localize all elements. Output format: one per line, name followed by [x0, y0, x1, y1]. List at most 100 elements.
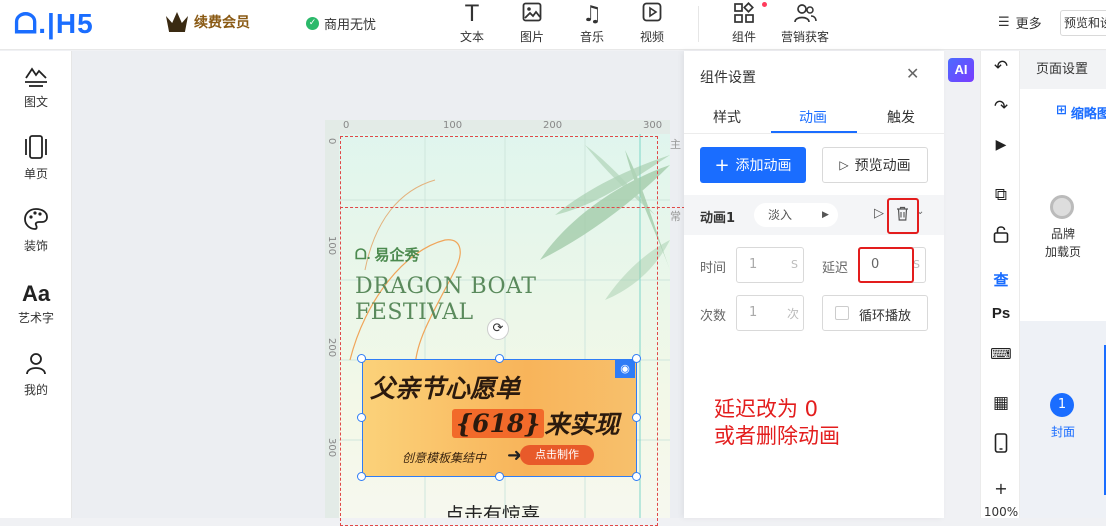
more-menu-button[interactable]: ☰ 更多 [998, 13, 1042, 32]
time-input[interactable]: 1 S [736, 247, 804, 283]
tool-text-label: 文本 [459, 30, 484, 44]
brand-label-2: 加载页 [1044, 245, 1081, 259]
page-item-cover[interactable]: 1 封面 [1020, 321, 1106, 518]
marketing-icon [780, 2, 830, 28]
image-text-icon [0, 63, 72, 93]
tab-style[interactable]: 样式 [713, 107, 741, 127]
page-settings-panel: 页面设置 ⊞ 缩略图 品牌 加载页 1 封面 [1020, 51, 1106, 518]
annotation-line-2: 或者删除动画 [714, 424, 840, 448]
mobile-icon[interactable] [981, 433, 1021, 458]
count-input[interactable]: 1 次 [736, 295, 804, 331]
page-settings-title[interactable]: 页面设置 [1020, 51, 1106, 89]
time-value: 1 [749, 257, 758, 272]
add-animation-label: 添加动画 [735, 158, 792, 174]
ruler-tick: 100 [326, 236, 337, 256]
checkbox-icon [835, 306, 849, 320]
delay-label: 延迟 [822, 261, 849, 276]
menu-icon: ☰ [998, 15, 1010, 30]
ruler-vertical: 0 100 200 300 [325, 120, 339, 518]
left-sidebar: 图文 单页 装饰 Aa 艺术字 我的 [0, 51, 72, 518]
notification-dot [762, 2, 767, 7]
close-icon[interactable]: ✕ [906, 64, 919, 83]
count-label: 次数 [700, 309, 727, 324]
copy-icon[interactable]: ⧉ [981, 185, 1021, 205]
page-number-badge: 1 [1050, 393, 1074, 417]
commercial-label: 商用无忧 [324, 18, 377, 33]
tool-music[interactable]: ♫ 音乐 [570, 2, 614, 45]
check-tool-icon[interactable]: 查 [981, 269, 1021, 290]
sidebar-item-mine[interactable]: 我的 [0, 351, 72, 398]
sidebar-label: 装饰 [23, 239, 48, 253]
loop-label: 循环播放 [859, 309, 912, 324]
tool-image[interactable]: 图片 [510, 2, 554, 45]
time-label: 时间 [700, 261, 727, 276]
tool-marketing[interactable]: 营销获客 [780, 2, 830, 45]
animation-type-value: 淡入 [768, 208, 793, 222]
ai-assistant-button[interactable]: AI [948, 58, 974, 82]
thumbnail-toggle[interactable]: ⊞ 缩略图 [1056, 103, 1106, 122]
tab-trigger[interactable]: 触发 [887, 107, 915, 127]
photoshop-icon[interactable]: Ps [981, 305, 1021, 322]
ruler-tick: 300 [643, 120, 663, 131]
zoom-in-icon[interactable]: + [981, 479, 1021, 498]
animation-type-select[interactable]: 淡入 ▶ [754, 203, 838, 227]
vip-label: 续费会员 [194, 15, 250, 31]
grid-icon[interactable]: ▦ [981, 393, 1021, 413]
time-unit: S [791, 258, 798, 271]
tool-image-label: 图片 [519, 30, 544, 44]
lock-icon[interactable] [981, 225, 1021, 248]
side-mark: 常 [670, 210, 681, 223]
chevron-right-icon: ▶ [822, 210, 829, 220]
animation-name: 动画1 [700, 211, 736, 226]
commercial-safe-badge[interactable]: ✓ 商用无忧 [306, 14, 376, 33]
app-logo[interactable]: ᗝ.|H5 [14, 8, 94, 41]
delay-unit: S [913, 258, 920, 271]
preview-settings-button[interactable]: 预览和设置 [1060, 10, 1106, 36]
guide-line [340, 207, 685, 208]
tool-marketing-label: 营销获客 [780, 30, 829, 44]
undo-icon[interactable]: ↶ [981, 57, 1021, 77]
page-name: 封面 [1050, 425, 1075, 439]
brand-label-1: 品牌 [1050, 227, 1075, 241]
more-label: 更多 [1015, 17, 1042, 32]
top-bar: ᗝ.|H5 续费会员 ✓ 商用无忧 T 文本 图片 ♫ 音乐 视频 组件 营销获… [0, 0, 1106, 50]
tab-animation[interactable]: 动画 [799, 107, 827, 127]
brand-loading-page[interactable]: 品牌 加载页 [1020, 225, 1106, 261]
ruler-tick: 200 [543, 120, 563, 131]
tool-text[interactable]: T 文本 [450, 2, 494, 45]
loop-play-checkbox[interactable]: 循环播放 [822, 295, 928, 331]
decoration-icon [0, 207, 72, 237]
sidebar-item-single-page[interactable]: 单页 [0, 135, 72, 182]
art-text-icon: Aa [21, 281, 51, 306]
keyboard-icon[interactable]: ⌨ [981, 345, 1021, 363]
add-animation-button[interactable]: + 添加动画 [700, 147, 806, 183]
plus-icon: + [714, 154, 730, 176]
video-icon [630, 2, 674, 28]
preview-animation-button[interactable]: ▷ 预览动画 [822, 147, 928, 183]
play-animation-icon[interactable]: ▷ [874, 206, 884, 221]
sidebar-label: 我的 [23, 383, 48, 397]
panel-title: 组件设置 [700, 70, 756, 86]
sidebar-item-decoration[interactable]: 装饰 [0, 207, 72, 254]
ruler-tick: 0 [326, 138, 337, 145]
tool-video-label: 视频 [639, 30, 664, 44]
vip-renew-button[interactable]: 续费会员 [166, 12, 250, 32]
image-icon [510, 2, 554, 28]
ruler-tick: 200 [326, 338, 337, 358]
sidebar-item-art-text[interactable]: Aa 艺术字 [0, 279, 72, 326]
tool-video[interactable]: 视频 [630, 2, 674, 45]
play-preview-icon[interactable]: ▶ [981, 137, 1021, 153]
annotation-note: 延迟改为 0 或者删除动画 [714, 396, 840, 450]
crown-icon [166, 12, 188, 32]
sidebar-item-image-text[interactable]: 图文 [0, 63, 72, 110]
redo-icon[interactable]: ↷ [981, 97, 1021, 117]
component-icon [722, 2, 766, 28]
toolbar-divider [698, 6, 699, 42]
preview-animation-label: 预览动画 [854, 158, 911, 174]
right-toolbar: ↶ ↷ ▶ ⧉ 查 Ps ⌨ ▦ + 100% [980, 51, 1021, 519]
sidebar-label: 艺术字 [17, 311, 54, 325]
zoom-level[interactable]: 100% [981, 505, 1021, 519]
ruler-horizontal: 0 100 200 300 [325, 120, 670, 134]
tool-component[interactable]: 组件 [722, 2, 767, 45]
ruler-tick: 0 [343, 120, 350, 131]
